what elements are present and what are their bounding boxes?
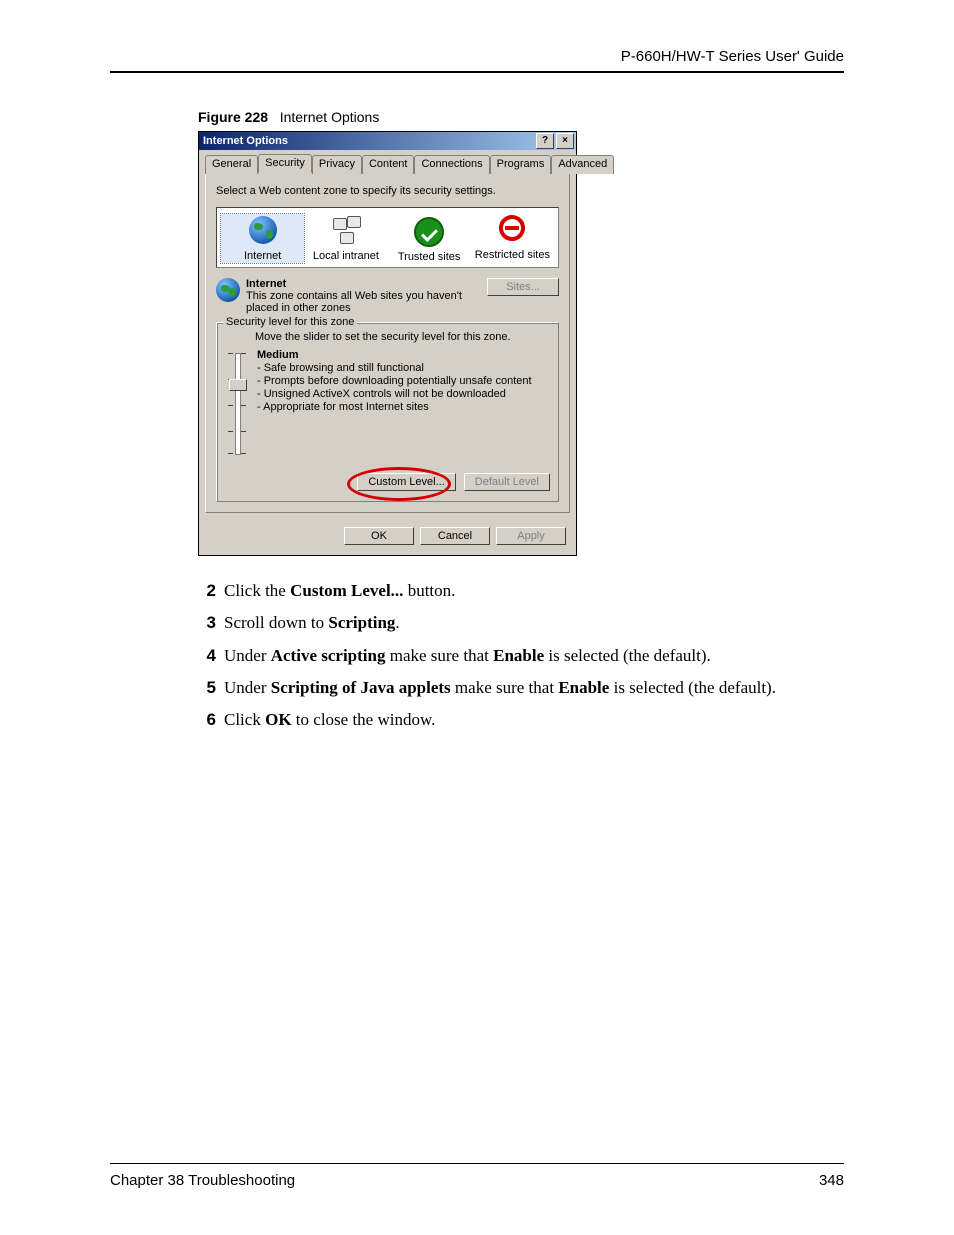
intranet-icon bbox=[331, 216, 361, 244]
security-slider[interactable] bbox=[225, 349, 249, 459]
step-text: Click OK to close the window. bbox=[224, 707, 435, 733]
step-number: 3 bbox=[198, 610, 216, 636]
selected-zone-name: Internet bbox=[246, 278, 487, 290]
tab-security[interactable]: Security bbox=[258, 154, 312, 173]
step-number: 6 bbox=[198, 707, 216, 733]
tab-content[interactable]: Content bbox=[362, 155, 415, 174]
step-text: Scroll down to Scripting. bbox=[224, 610, 400, 636]
security-level-text: Medium - Safe browsing and still functio… bbox=[257, 349, 532, 459]
apply-button[interactable]: Apply bbox=[496, 527, 566, 545]
zone-trusted-label: Trusted sites bbox=[388, 251, 471, 263]
instruction-step: 6 Click OK to close the window. bbox=[198, 707, 844, 733]
step-text: Click the Custom Level... button. bbox=[224, 578, 455, 604]
ok-button[interactable]: OK bbox=[344, 527, 414, 545]
custom-level-button[interactable]: Custom Level... bbox=[357, 473, 455, 491]
zone-internet[interactable]: Internet bbox=[221, 214, 304, 263]
security-level-name: Medium bbox=[257, 349, 532, 362]
zone-restricted-label: Restricted sites bbox=[471, 249, 554, 261]
security-bullet-4: - Appropriate for most Internet sites bbox=[257, 401, 532, 414]
instruction-step: 2 Click the Custom Level... button. bbox=[198, 578, 844, 604]
zone-trusted-sites[interactable]: Trusted sites bbox=[388, 214, 471, 263]
close-icon[interactable]: × bbox=[556, 133, 574, 149]
figure-title: Internet Options bbox=[280, 109, 380, 125]
zone-restricted-sites[interactable]: Restricted sites bbox=[471, 214, 554, 263]
dialog-titlebar[interactable]: Internet Options ? × bbox=[199, 132, 576, 150]
tab-panel-security: Select a Web content zone to specify its… bbox=[205, 172, 570, 513]
tab-general[interactable]: General bbox=[205, 155, 258, 174]
no-entry-icon bbox=[499, 215, 525, 241]
check-circle-icon bbox=[414, 217, 444, 247]
security-bullet-3: - Unsigned ActiveX controls will not be … bbox=[257, 388, 532, 401]
globe-icon bbox=[216, 278, 240, 302]
globe-icon bbox=[249, 216, 277, 244]
security-bullet-1: - Safe browsing and still functional bbox=[257, 362, 532, 375]
step-text: Under Scripting of Java applets make sur… bbox=[224, 675, 776, 701]
figure-number: Figure 228 bbox=[198, 109, 268, 125]
tab-advanced[interactable]: Advanced bbox=[551, 155, 614, 174]
dialog-footer: OK Cancel Apply bbox=[199, 521, 576, 555]
tab-strip: General Security Privacy Content Connect… bbox=[205, 154, 570, 173]
page-header: P-660H/HW-T Series User' Guide bbox=[110, 48, 844, 73]
selected-zone-desc: This zone contains all Web sites you hav… bbox=[246, 290, 462, 314]
help-icon[interactable]: ? bbox=[536, 133, 554, 149]
figure-caption: Figure 228 Internet Options bbox=[198, 109, 844, 125]
dialog-title: Internet Options bbox=[203, 135, 534, 147]
zone-intranet-label: Local intranet bbox=[304, 250, 387, 262]
zone-local-intranet[interactable]: Local intranet bbox=[304, 214, 387, 263]
sites-button[interactable]: Sites... bbox=[487, 278, 559, 296]
zone-list: Internet Local intranet Trusted sites bbox=[216, 207, 559, 268]
selected-zone-header: Internet This zone contains all Web site… bbox=[216, 278, 559, 314]
instruction-step: 4 Under Active scripting make sure that E… bbox=[198, 643, 844, 669]
step-number: 4 bbox=[198, 643, 216, 669]
zone-instruction: Select a Web content zone to specify its… bbox=[216, 185, 559, 197]
footer-chapter: Chapter 38 Troubleshooting bbox=[110, 1172, 295, 1189]
default-level-button[interactable]: Default Level bbox=[464, 473, 550, 491]
step-number: 5 bbox=[198, 675, 216, 701]
cancel-button[interactable]: Cancel bbox=[420, 527, 490, 545]
step-text: Under Active scripting make sure that En… bbox=[224, 643, 711, 669]
footer-page-number: 348 bbox=[819, 1172, 844, 1189]
page-footer: Chapter 38 Troubleshooting 348 bbox=[110, 1163, 844, 1189]
security-level-legend: Security level for this zone bbox=[223, 316, 357, 328]
tab-programs[interactable]: Programs bbox=[490, 155, 552, 174]
instruction-step: 5 Under Scripting of Java applets make su… bbox=[198, 675, 844, 701]
security-level-group: Security level for this zone Move the sl… bbox=[216, 322, 559, 502]
tab-connections[interactable]: Connections bbox=[414, 155, 489, 174]
internet-options-dialog: Internet Options ? × General Security Pr… bbox=[198, 131, 577, 556]
slider-instruction: Move the slider to set the security leve… bbox=[255, 331, 550, 343]
step-number: 2 bbox=[198, 578, 216, 604]
tab-privacy[interactable]: Privacy bbox=[312, 155, 362, 174]
instruction-step: 3 Scroll down to Scripting. bbox=[198, 610, 844, 636]
instruction-steps: 2 Click the Custom Level... button. 3 Scrol… bbox=[198, 578, 844, 734]
slider-thumb-icon[interactable] bbox=[229, 379, 247, 391]
zone-internet-label: Internet bbox=[221, 250, 304, 262]
security-bullet-2: - Prompts before downloading potentially… bbox=[257, 375, 532, 388]
